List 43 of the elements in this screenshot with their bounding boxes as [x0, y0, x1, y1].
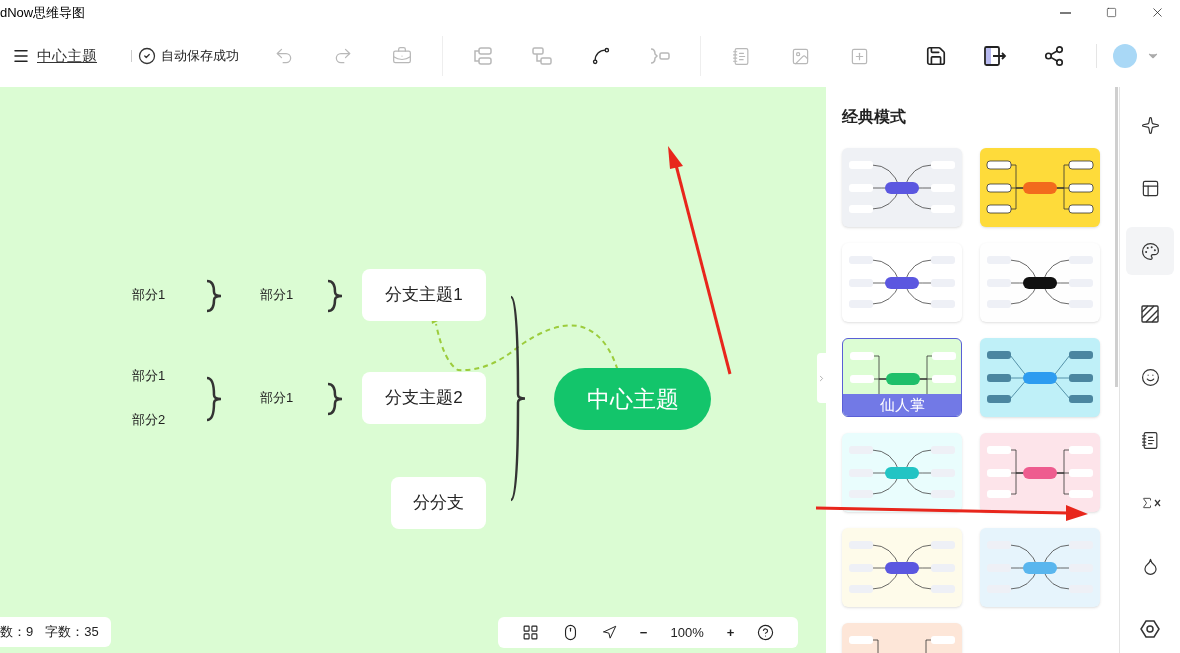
document-title-link[interactable]: 中心主题	[37, 44, 97, 68]
navigation-icon[interactable]	[601, 625, 617, 640]
subtopic-label[interactable]: 部分1	[132, 286, 166, 304]
brace	[204, 279, 224, 313]
brace	[204, 376, 224, 422]
theme-name: 仙人掌	[843, 394, 961, 416]
overview-icon[interactable]	[521, 624, 539, 641]
child-topic-icon[interactable]	[530, 44, 554, 68]
subtopic-label[interactable]: 部分1	[260, 389, 294, 407]
subtopic-label[interactable]: 部分2	[132, 411, 166, 429]
palette-icon	[1140, 241, 1160, 261]
maximize-icon	[1105, 7, 1117, 18]
smiley-icon	[1140, 367, 1160, 387]
hatched-square-icon	[1141, 305, 1159, 323]
word-count: 字数：35	[45, 623, 99, 642]
save-status: 自动保存成功	[161, 47, 239, 66]
minimize-icon	[1059, 11, 1071, 14]
share-icon[interactable]	[1042, 44, 1066, 68]
branch-topic[interactable]: 分支主题1	[362, 269, 486, 321]
theme-preview[interactable]: 仙人掌	[842, 338, 962, 417]
panel-collapse-handle[interactable]	[817, 353, 826, 403]
theme-preview[interactable]	[980, 243, 1100, 322]
brace	[325, 382, 345, 416]
topic-count: 数：9	[0, 623, 34, 642]
zoom-in-button[interactable]: +	[726, 622, 735, 643]
brace	[325, 279, 345, 313]
subtopic-label[interactable]: 部分1	[260, 286, 294, 304]
subtopic-label[interactable]: 部分1	[132, 367, 166, 385]
note-icon	[1140, 430, 1160, 450]
hexagon-icon	[1140, 619, 1160, 639]
window-title: dNow思维导图	[0, 3, 86, 22]
panel-title: 经典模式	[842, 107, 907, 127]
check-circle-icon	[138, 47, 156, 65]
sibling-topic-icon[interactable]	[471, 44, 495, 68]
layout-icon	[1140, 178, 1160, 198]
help-icon[interactable]	[757, 624, 775, 641]
branch-topic[interactable]: 分分支	[391, 477, 486, 529]
branch-topic[interactable]: 分支主题2	[362, 372, 486, 424]
sparkle-icon	[1140, 115, 1160, 135]
zoom-out-button[interactable]: −	[639, 622, 648, 643]
zoom-level: 100%	[670, 623, 704, 642]
export-icon[interactable]	[983, 44, 1007, 68]
save-icon[interactable]	[924, 44, 948, 68]
